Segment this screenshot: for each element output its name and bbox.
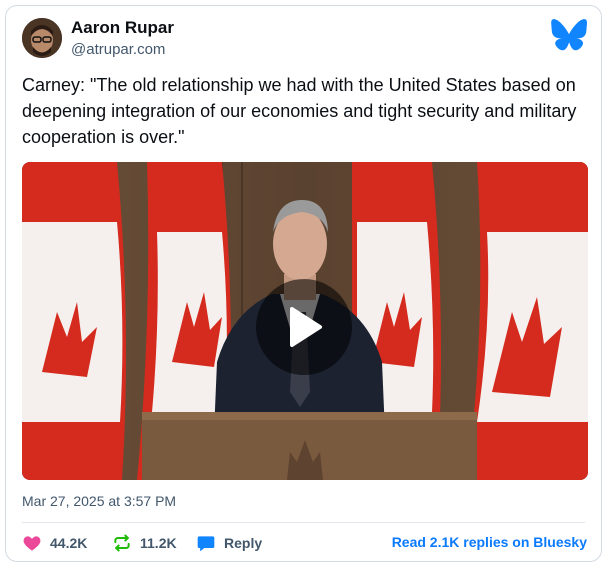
repost-icon bbox=[114, 534, 130, 552]
reply-icon bbox=[197, 536, 215, 552]
post-timestamp[interactable]: Mar 27, 2025 at 3:57 PM bbox=[22, 493, 176, 509]
bluesky-butterfly-icon[interactable] bbox=[551, 19, 587, 51]
heart-icon bbox=[23, 536, 41, 551]
read-replies-link[interactable]: Read 2.1K replies on Bluesky bbox=[392, 534, 587, 550]
divider bbox=[22, 522, 585, 523]
post-text: Carney: "The old relationship we had wit… bbox=[22, 75, 577, 147]
post-card: Aaron Rupar @atrupar.com Carney: "The ol… bbox=[5, 5, 602, 562]
author-name[interactable]: Aaron Rupar bbox=[71, 18, 174, 38]
reply-button[interactable]: Reply bbox=[196, 532, 262, 554]
reply-label: Reply bbox=[224, 535, 263, 551]
video-player[interactable] bbox=[22, 162, 588, 480]
author-handle[interactable]: @atrupar.com bbox=[71, 41, 165, 58]
like-count: 44.2K bbox=[50, 535, 88, 551]
avatar[interactable] bbox=[22, 18, 62, 58]
repost-button[interactable]: 11.2K bbox=[112, 532, 177, 554]
play-button[interactable] bbox=[256, 279, 352, 375]
play-icon bbox=[290, 307, 322, 347]
like-button[interactable]: 44.2K bbox=[22, 532, 87, 554]
repost-count: 11.2K bbox=[140, 535, 177, 551]
